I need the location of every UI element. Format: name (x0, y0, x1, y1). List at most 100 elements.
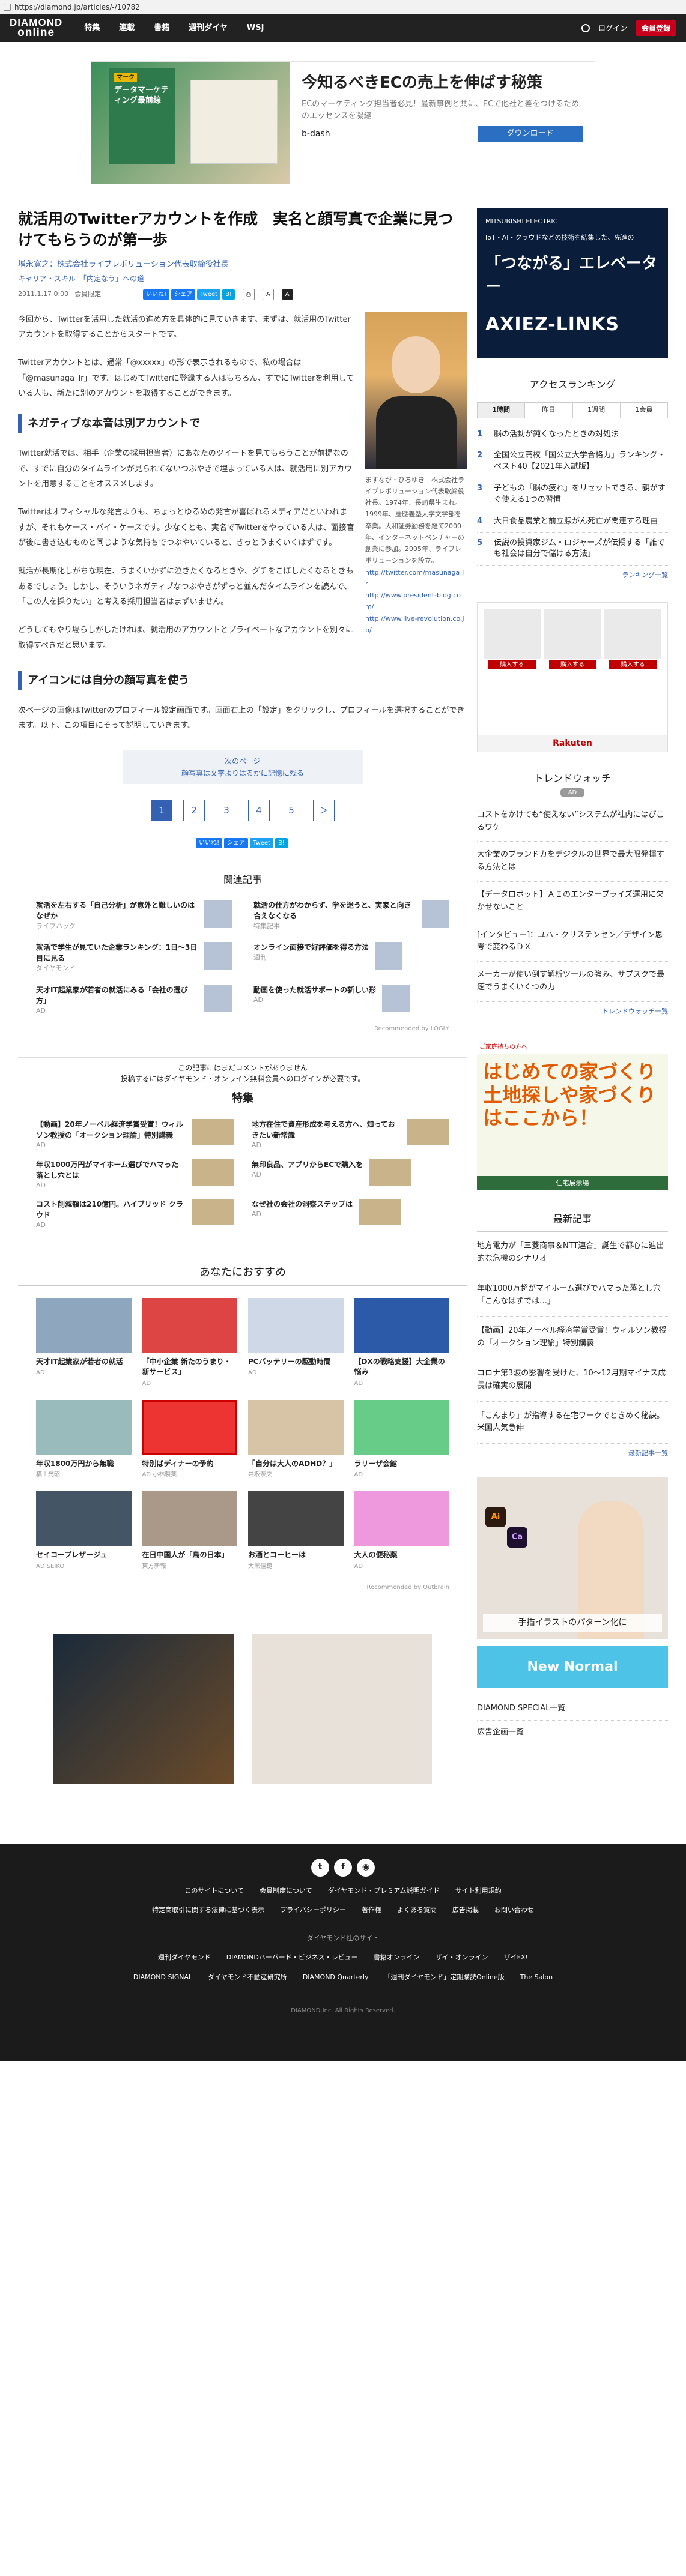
related-title[interactable]: 天才IT起業家が若者の就活にみる「会社の選び方」 (36, 985, 198, 1006)
ranking-tab-week[interactable]: 1週間 (573, 403, 621, 418)
logly-credit[interactable]: Recommended by LOGLY (18, 1024, 467, 1033)
site-link[interactable]: The Salon (520, 1973, 553, 1983)
recommend-item[interactable]: 特別ばディナーの予約 AD 小林製薬 (142, 1399, 238, 1479)
recommend-title[interactable]: お酒とコーヒーは (248, 1550, 344, 1560)
footer-link[interactable]: 広告掲載 (452, 1905, 479, 1916)
recommend-item[interactable]: 在日中国人が「鳥の日本」 東方新報 (142, 1491, 238, 1570)
page-3[interactable]: 3 (216, 800, 237, 822)
category-link[interactable]: キャリア・スキル (18, 274, 76, 283)
caption-link-company[interactable]: http://www.live-revolution.co.jp/ (365, 615, 464, 634)
site-link[interactable]: DIAMOND Quarterly (303, 1973, 369, 1983)
twitter-icon[interactable]: t (311, 1858, 329, 1877)
ranking-item[interactable]: 2 全国公立高校「国公立大学合格力」ランキング・ベスト40【2021年入試版】 (477, 445, 668, 479)
site-link[interactable]: ダイヤモンド不動産研究所 (208, 1973, 287, 1983)
recommend-item[interactable]: お酒とコーヒーは 大黒佳範 (248, 1491, 344, 1570)
latest-more-link[interactable]: 最新記事一覧 (477, 1449, 668, 1459)
footer-link[interactable]: よくある質問 (397, 1905, 437, 1916)
recommend-title[interactable]: 天才IT起業家が若者の就活 (36, 1357, 132, 1367)
nav-item-weekly[interactable]: 週刊ダイヤ (189, 22, 228, 34)
recommend-item[interactable]: ラリーザ会館 AD (354, 1399, 449, 1479)
latest-item[interactable]: コロナ第3波の影響を受けた、10〜12月期マイナス成長は確実の展開 (477, 1359, 668, 1402)
next-page-box[interactable]: 次のページ 顔写真は文字よりはるかに記憶に残る (123, 750, 363, 785)
recommend-title[interactable]: 「中小企業 新たのうまり・新サービス」 (142, 1357, 238, 1378)
font-small-icon[interactable]: A (262, 288, 274, 300)
page-2[interactable]: 2 (183, 800, 205, 822)
related-title[interactable]: 就活を左右する「自己分析」が意外と難しいのはなぜか (36, 900, 198, 922)
fb-like-button[interactable]: いいね! (143, 289, 170, 300)
illustration-ad[interactable] (252, 1633, 432, 1784)
site-link[interactable]: DIAMOND SIGNAL (133, 1973, 192, 1983)
footer-link[interactable]: 特定商取引に関する法律に基づく表示 (152, 1905, 264, 1916)
ranking-item[interactable]: 4 大日食品農業と前立腺がん死亡が関連する理由 (477, 511, 668, 533)
recommend-title[interactable]: セイコープレザージュ (36, 1550, 132, 1560)
footer-link[interactable]: 著作権 (362, 1905, 381, 1916)
footer-link[interactable]: サイト利用規約 (455, 1886, 502, 1896)
latest-item[interactable]: 【動画】20年ノーベル経済学賞受賞！ウィルソン教授の「オークション理論」特別講義 (477, 1317, 668, 1359)
author-link[interactable]: 増永寛之：株式会社ライブレボリューション代表取締役社長 (18, 260, 229, 269)
ranking-title[interactable]: 全国公立高校「国公立大学合格力」ランキング・ベスト40【2021年入試版】 (494, 450, 668, 473)
watch-ad[interactable] (53, 1633, 234, 1784)
feature-title[interactable]: 年収1000万円がマイホーム選びでハマった落とし穴とは (36, 1159, 186, 1181)
recommend-item[interactable]: 【DXの戦略支援】大企業の悩み AD (354, 1297, 450, 1388)
feature-item[interactable]: 年収1000万円がマイホーム選びでハマった落とし穴とは AD (36, 1159, 234, 1191)
related-title[interactable]: 動画を使った就活サポートの新しい形 (253, 985, 376, 995)
recommend-item[interactable]: 年収1800万円から無職 横山光昭 (36, 1399, 132, 1479)
ranking-title[interactable]: 伝説の投資家ジム・ロジャーズが伝授する「誰でも社会は自分で儲ける方法」 (494, 538, 668, 561)
related-item[interactable]: 就活の仕方がわからず、学を迷うと、実家と向き合えなくなる 特集記事 (253, 899, 449, 932)
ranking-tab-yesterday[interactable]: 昨日 (525, 403, 573, 418)
adobe-ad[interactable]: Ai Ca 手描イラストのパターン化に (477, 1476, 668, 1639)
browser-urlbar[interactable]: https://diamond.jp/articles/-/10782 (0, 0, 686, 14)
recommend-item[interactable]: 「中小企業 新たのうまり・新サービス」 AD (142, 1297, 238, 1388)
rakuten-ad[interactable]: 購入する 購入する 購入する Rakuten (477, 602, 668, 752)
top-banner-ad[interactable]: マーク データマーケティング最前線 今知るべきECの売上を伸ばす秘策 ECのマーケ… (91, 61, 595, 184)
ranking-item[interactable]: 1 脳の活動が鈍くなったときの対処法 (477, 424, 668, 446)
related-title[interactable]: オンライン面接で好評価を得る方法 (253, 942, 369, 953)
latest-item[interactable]: 年収1000万超がマイホーム選びでハマった落とし穴「こんなはずでは…」 (477, 1274, 668, 1317)
trend-item[interactable]: 大企業のブランドカをデジタルの世界で最大限発揮する方法とは (477, 842, 668, 882)
latest-item[interactable]: 「こんまり」が指導する在宅ワークでときめく秘訣。米国人気急伸 (477, 1402, 668, 1444)
buy-button[interactable]: 購入する (548, 660, 596, 669)
tweet-button[interactable]: Tweet (250, 838, 273, 849)
buy-button[interactable]: 購入する (609, 660, 657, 669)
ranking-item[interactable]: 5 伝説の投資家ジム・ロジャーズが伝授する「誰でも社会は自分で儲ける方法」 (477, 533, 668, 566)
related-title[interactable]: 就活の仕方がわからず、学を迷うと、実家と向き合えなくなる (253, 900, 416, 922)
search-icon[interactable] (581, 24, 590, 32)
nav-item-books[interactable]: 書籍 (154, 22, 169, 34)
recommend-title[interactable]: 【DXの戦略支援】大企業の悩み (354, 1357, 450, 1378)
recommend-title[interactable]: 年収1800万円から無職 (36, 1459, 132, 1469)
recommend-title[interactable]: 「自分は大人のADHD？」 (248, 1459, 344, 1469)
footer-link[interactable]: ダイヤモンド・プレミアム説明ガイド (328, 1886, 440, 1896)
recommend-title[interactable]: 特別ばディナーの予約 (142, 1459, 238, 1469)
new-normal-banner[interactable]: New Normal (477, 1645, 668, 1688)
footer-link[interactable]: お問い合わせ (494, 1905, 534, 1916)
site-link[interactable]: ザイFX! (504, 1953, 528, 1963)
font-large-icon[interactable]: A (281, 288, 293, 300)
rss-icon[interactable]: ◉ (357, 1858, 375, 1877)
ranking-title[interactable]: 子どもの「脳の疲れ」をリセットできる、親がすぐ使える1つの習慣 (494, 483, 668, 506)
site-link[interactable]: ザイ・オンライン (436, 1953, 488, 1963)
buy-button[interactable]: 購入する (488, 660, 536, 669)
ad-download-button[interactable]: ダウンロード (478, 126, 583, 142)
hatena-button[interactable]: B! (222, 289, 235, 300)
ranking-tab-hour[interactable]: 1時間 (478, 403, 526, 418)
page-5[interactable]: 5 (281, 800, 302, 822)
fb-like-button[interactable]: いいね! (196, 838, 223, 849)
ad-headline[interactable]: 今知るべきECの売上を伸ばす秘策 (302, 73, 583, 94)
rakuten-product[interactable]: 購入する (604, 608, 661, 671)
facebook-icon[interactable]: f (334, 1858, 352, 1877)
nav-item-series[interactable]: 連載 (119, 22, 135, 34)
recommend-title[interactable]: 在日中国人が「鳥の日本」 (142, 1550, 238, 1560)
recommend-title[interactable]: PCバッテリーの駆動時間 (248, 1357, 344, 1367)
site-logo[interactable]: DIAMOND online (10, 17, 62, 38)
recommend-item[interactable]: 大人の便秘薬 AD (354, 1491, 449, 1570)
next-page-arrow[interactable]: ＞ (313, 800, 335, 822)
series-link[interactable]: 「内定なう」への道 (83, 274, 144, 283)
related-item[interactable]: 動画を使った就活サポートの新しい形 AD (253, 984, 449, 1016)
ranking-title[interactable]: 大日食品農業と前立腺がん死亡が関連する理由 (494, 516, 658, 528)
trend-item[interactable]: 【データロボット】ＡＩのエンタープライズ運用に欠かせないこと (477, 882, 668, 922)
ranking-tab-member[interactable]: 1会員 (621, 403, 667, 418)
ranking-item[interactable]: 3 子どもの「脳の疲れ」をリセットできる、親がすぐ使える1つの習慣 (477, 478, 668, 511)
related-item[interactable]: オンライン面接で好評価を得る方法 週刊 (253, 942, 449, 974)
print-icon[interactable]: ⎙ (242, 288, 255, 300)
feature-item[interactable]: なぜ社の会社の洞察ステップは AD (252, 1199, 449, 1231)
